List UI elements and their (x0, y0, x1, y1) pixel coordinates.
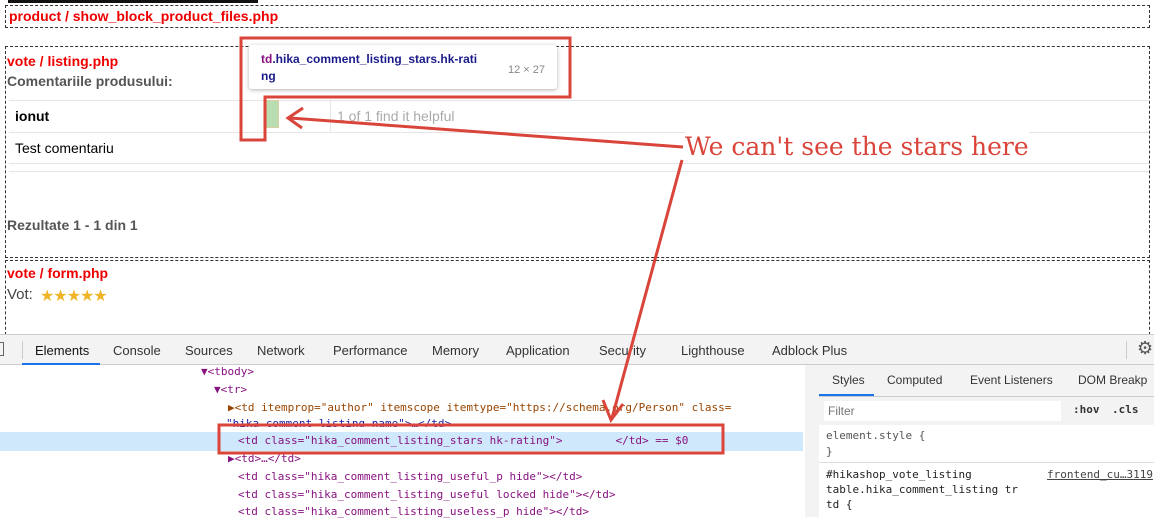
annotation-overlay (217, 36, 725, 455)
annotation-box-code (217, 423, 725, 455)
annotation-box-tooltip (239, 36, 572, 142)
annotation-arrow-left (285, 106, 684, 149)
annotation-text: We can't see the stars here (685, 132, 1029, 161)
annotation-arrow-down (601, 159, 684, 424)
